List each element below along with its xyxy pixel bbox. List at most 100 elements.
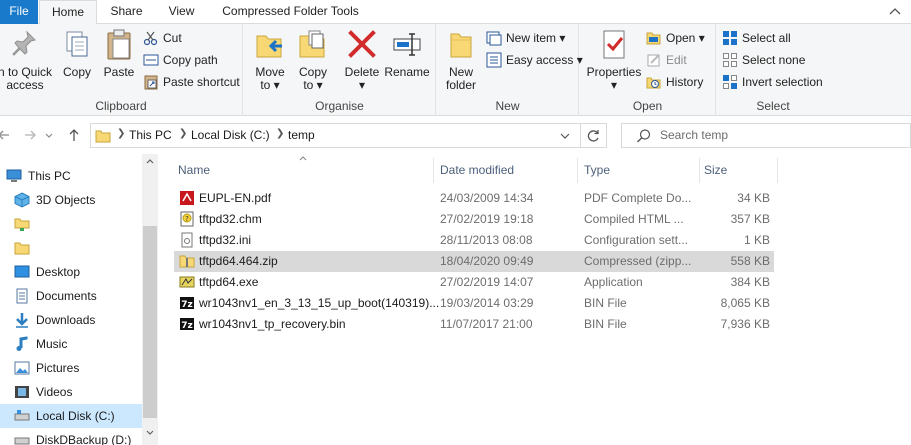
- search-box[interactable]: Search temp: [621, 123, 911, 148]
- sidebar-item-label: Pictures: [36, 361, 80, 375]
- delete-x-icon: [348, 30, 376, 58]
- file-row-tftpd32-chm[interactable]: ? tftpd32.chm 27/02/2019 19:18 Compiled …: [174, 209, 774, 230]
- address-dropdown-chevron-icon[interactable]: [557, 128, 573, 144]
- sidebar-item-desktop[interactable]: Desktop: [0, 260, 142, 284]
- breadcrumb-separator[interactable]: ❯: [276, 128, 284, 139]
- move-to-button[interactable]: Move to ▾: [250, 28, 290, 92]
- file-size: 7,936 KB: [720, 317, 770, 331]
- select-all-button[interactable]: Select all: [722, 28, 826, 48]
- invert-selection-icon: [723, 75, 737, 89]
- refresh-icon[interactable]: [585, 128, 601, 144]
- sidebar-item-this-pc[interactable]: This PC: [0, 164, 142, 188]
- invert-selection-button[interactable]: Invert selection: [722, 72, 828, 92]
- column-header-type[interactable]: Type: [580, 158, 700, 183]
- pin-icon: [12, 30, 36, 56]
- tab-home[interactable]: Home: [39, 0, 97, 25]
- file-row-wr1043-recovery-bin[interactable]: 7z wr1043nv1_tp_recovery.bin 11/07/2017 …: [174, 314, 774, 335]
- breadcrumb-temp[interactable]: temp: [288, 128, 315, 142]
- scissors-icon: [143, 31, 158, 46]
- pc-icon: [6, 169, 22, 182]
- scroll-up-arrow-icon[interactable]: [145, 156, 155, 166]
- new-folder-button[interactable]: New folder: [441, 28, 481, 92]
- pin-to-quick-access-button[interactable]: n to Quick access: [0, 28, 56, 92]
- edit-button[interactable]: Edit: [646, 50, 712, 70]
- easy-access-button[interactable]: Easy access ▾: [486, 50, 583, 70]
- navigation-row: ❯ This PC ❯ Local Disk (C:) ❯ temp Searc…: [0, 116, 911, 154]
- file-type: PDF Complete Do...: [584, 191, 692, 205]
- properties-dropdown-arrow[interactable]: ▾: [584, 79, 644, 92]
- file-row-tftpd64-zip[interactable]: tftpd64.464.zip 18/04/2020 09:49 Compres…: [174, 251, 774, 272]
- sidebar-item-network-folder[interactable]: [0, 212, 142, 236]
- copy-to-icon: [299, 30, 325, 58]
- column-header-name[interactable]: Name: [174, 158, 434, 183]
- copy-button[interactable]: Copy: [58, 28, 96, 79]
- file-date: 24/03/2009 14:34: [440, 191, 534, 205]
- collapse-ribbon-chevron-icon[interactable]: [887, 4, 903, 20]
- cut-button[interactable]: Cut: [143, 28, 239, 48]
- new-group-label: New: [495, 99, 520, 113]
- breadcrumb-separator[interactable]: ❯: [117, 128, 125, 139]
- copy-to-button[interactable]: Copy to ▾: [293, 28, 333, 92]
- sidebar-item-folder[interactable]: [0, 236, 142, 260]
- column-header-date-modified[interactable]: Date modified: [436, 158, 578, 183]
- file-date: 27/02/2019 14:07: [440, 275, 534, 289]
- delete-button[interactable]: Delete ▾: [342, 28, 382, 92]
- tab-view[interactable]: View: [154, 0, 209, 24]
- search-placeholder: Search temp: [660, 128, 729, 142]
- rename-button[interactable]: Rename: [384, 28, 430, 79]
- open-button[interactable]: Open ▾: [646, 28, 712, 48]
- recent-locations-chevron-icon[interactable]: [44, 127, 54, 143]
- sidebar-item-local-disk[interactable]: Local Disk (C:): [0, 404, 142, 428]
- select-all-icon: [723, 31, 737, 45]
- sidebar-item-disk-d[interactable]: DiskDBackup (D:): [0, 428, 142, 445]
- breadcrumb-this-pc[interactable]: This PC: [129, 128, 172, 142]
- address-divider: [580, 124, 581, 147]
- edit-label: Edit: [666, 53, 687, 67]
- sidebar-item-pictures[interactable]: Pictures: [0, 356, 142, 380]
- sidebar-item-documents[interactable]: Documents: [0, 284, 142, 308]
- tab-file[interactable]: File: [0, 0, 38, 24]
- properties-button[interactable]: Properties ▾: [584, 28, 644, 92]
- select-none-button[interactable]: Select none: [722, 50, 826, 70]
- invert-selection-label: Invert selection: [742, 75, 823, 89]
- tab-compressed-folder-tools[interactable]: Compressed Folder Tools: [209, 0, 372, 24]
- file-size: 357 KB: [730, 212, 770, 226]
- paste-button[interactable]: Paste: [99, 28, 139, 79]
- up-arrow-icon[interactable]: [66, 127, 82, 143]
- scroll-down-arrow-icon[interactable]: [145, 428, 155, 438]
- forward-arrow-icon[interactable]: [22, 127, 38, 143]
- back-arrow-icon[interactable]: [0, 127, 12, 143]
- paste-icon: [107, 29, 131, 60]
- ribbon-tab-bar: File Home Share View Compressed Folder T…: [0, 0, 911, 25]
- address-bar[interactable]: ❯ This PC ❯ Local Disk (C:) ❯ temp: [90, 123, 607, 148]
- select-all-label: Select all: [742, 31, 791, 45]
- breadcrumb-separator[interactable]: ❯: [179, 128, 187, 139]
- open-group: Properties ▾ Open ▾ Edit History Open: [580, 24, 716, 116]
- file-name: tftpd32.ini: [199, 233, 252, 247]
- file-row-tftpd64-exe[interactable]: tftpd64.exe 27/02/2019 14:07 Application…: [174, 272, 774, 293]
- copy-path-button[interactable]: Copy path: [143, 50, 239, 70]
- sidebar-item-label: Downloads: [36, 313, 96, 327]
- tab-share[interactable]: Share: [99, 0, 154, 24]
- file-row-wr1043-boot-bin[interactable]: 7z wr1043nv1_en_3_13_15_up_boot(140319).…: [174, 293, 774, 314]
- breadcrumb-local-disk[interactable]: Local Disk (C:): [191, 128, 270, 142]
- history-button[interactable]: History: [646, 72, 712, 92]
- sidebar-item-downloads[interactable]: Downloads: [0, 308, 142, 332]
- column-header-size[interactable]: Size: [700, 158, 778, 183]
- file-row-tftpd32-ini[interactable]: tftpd32.ini 28/11/2013 08:08 Configurati…: [174, 230, 774, 251]
- sidebar-item-videos[interactable]: Videos: [0, 380, 142, 404]
- file-size: 34 KB: [737, 191, 770, 205]
- paste-shortcut-button[interactable]: Paste shortcut: [143, 72, 243, 92]
- new-item-button[interactable]: New item ▾: [486, 28, 576, 48]
- sidebar-item-music[interactable]: Music: [0, 332, 142, 356]
- file-row-eupl-en-pdf[interactable]: EUPL-EN.pdf 24/03/2009 14:34 PDF Complet…: [174, 188, 774, 209]
- select-group-label: Select: [756, 99, 790, 113]
- easy-access-icon: [486, 52, 502, 68]
- history-clock-icon: [646, 77, 661, 89]
- file-size: 384 KB: [730, 275, 770, 289]
- 7z-icon: 7z: [180, 297, 194, 310]
- delete-dropdown-arrow[interactable]: ▾: [342, 79, 382, 92]
- scrollbar-thumb[interactable]: [143, 226, 157, 418]
- sidebar-item-3d-objects[interactable]: 3D Objects: [0, 188, 142, 212]
- copy-path-label: Copy path: [163, 53, 218, 67]
